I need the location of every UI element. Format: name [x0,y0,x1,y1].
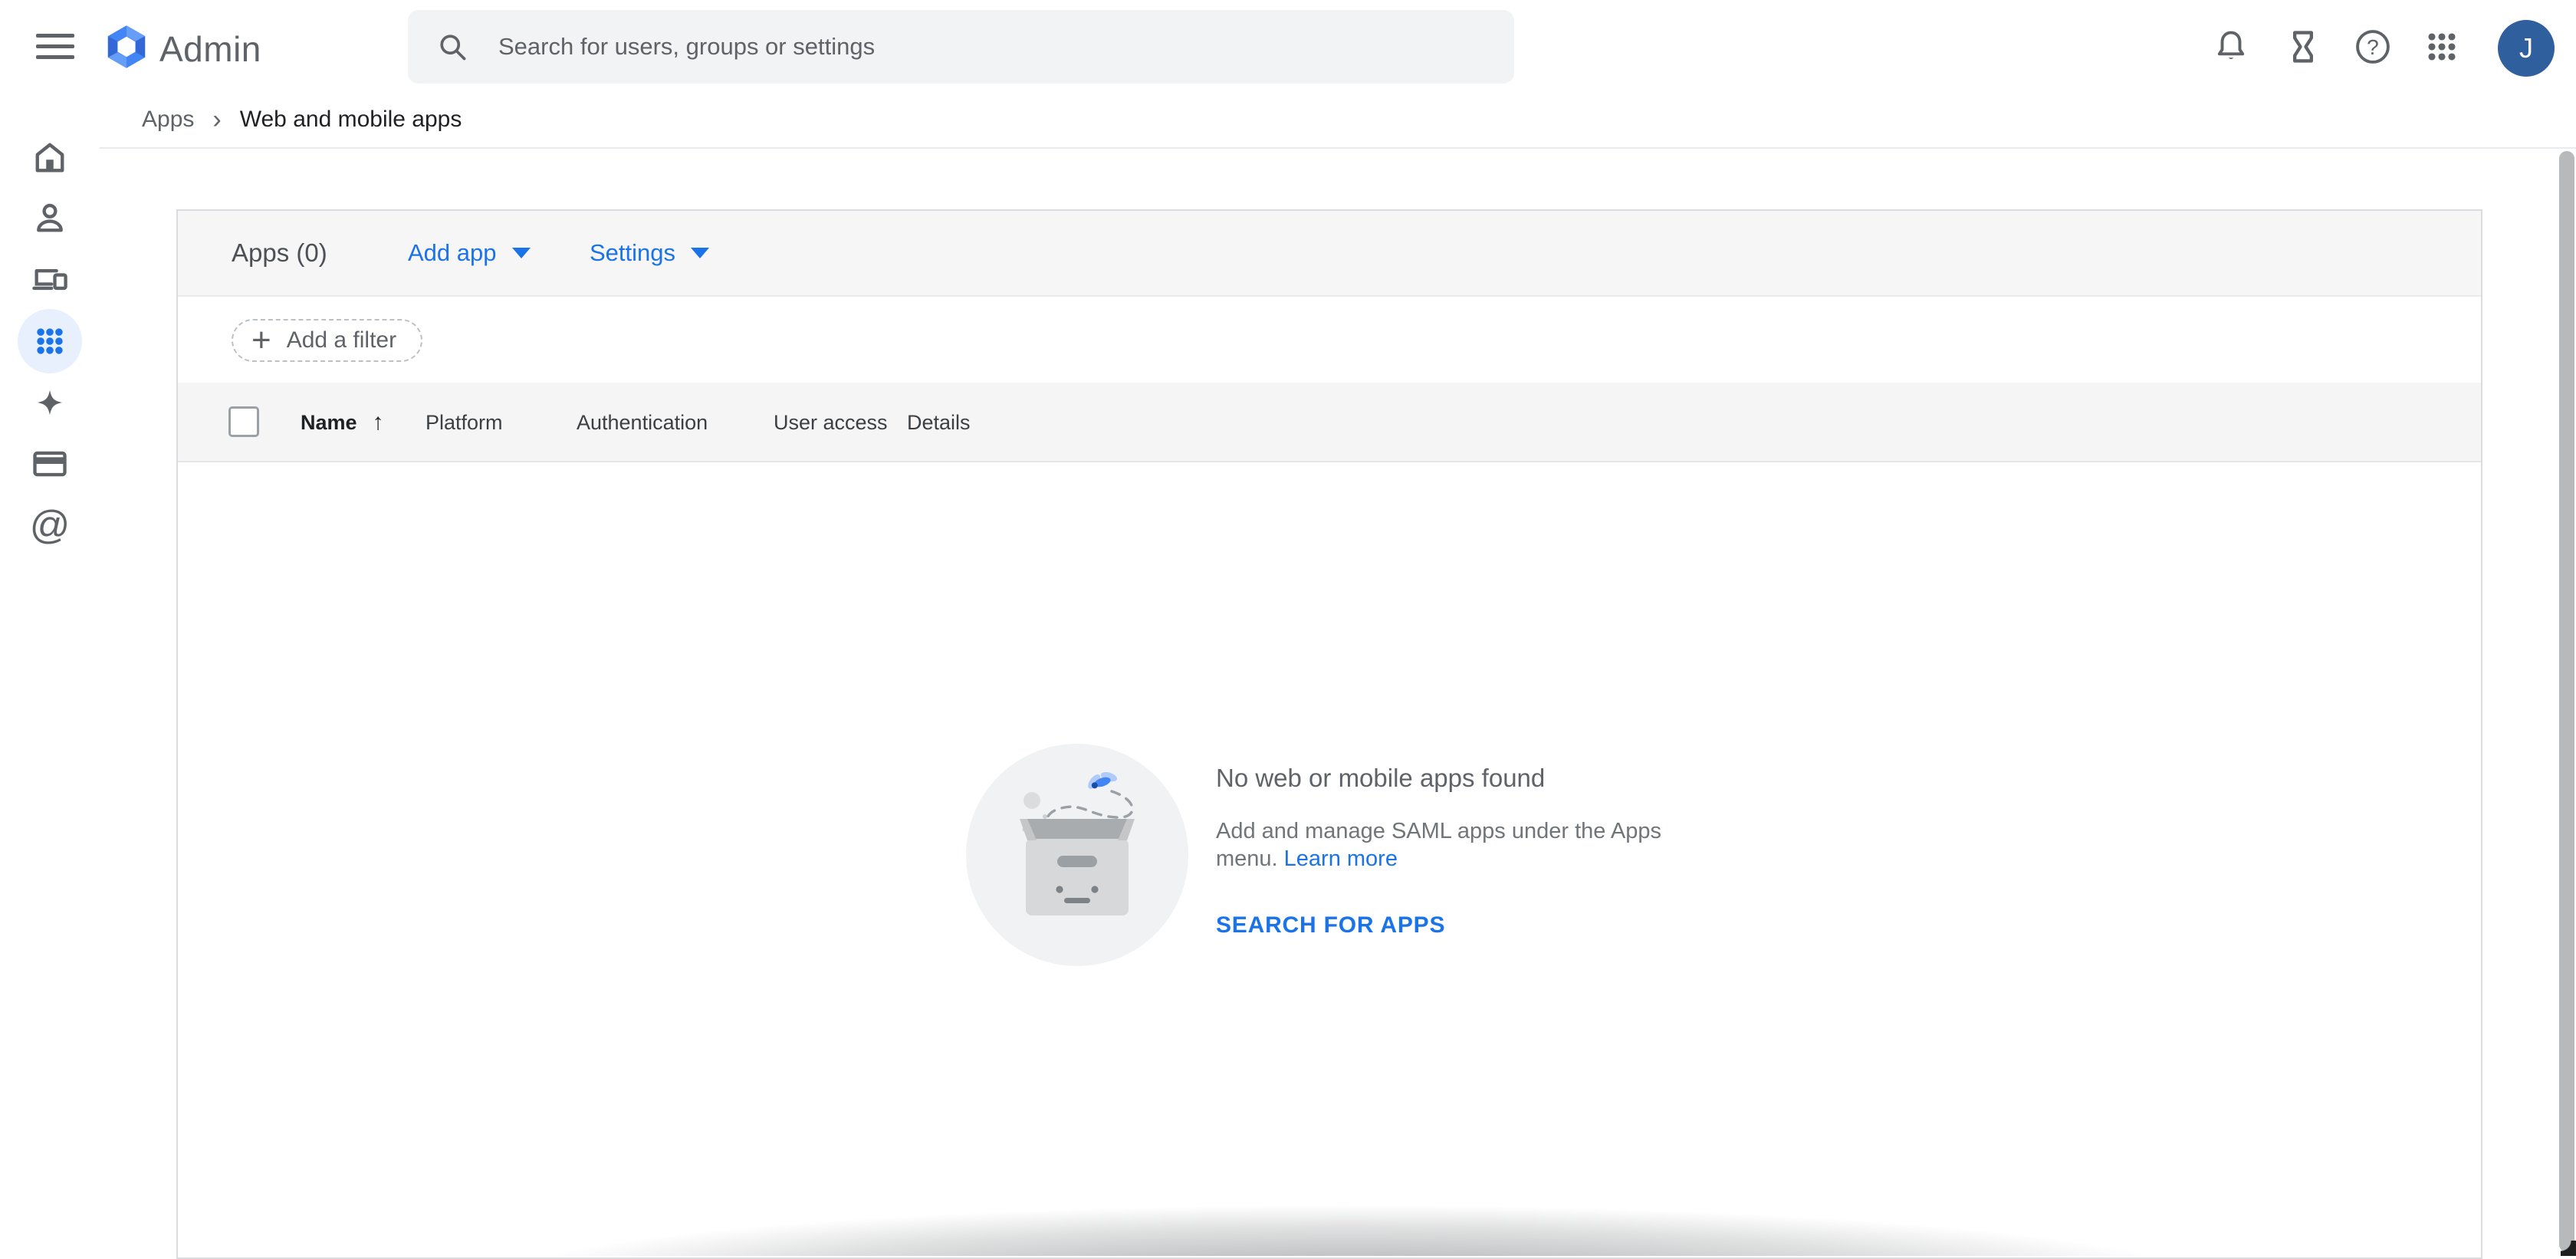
users-icon [30,198,70,238]
chevron-down-icon [691,248,709,258]
column-header-name[interactable]: Name ↑ [301,383,384,462]
empty-state: No web or mobile apps found Add and mana… [966,744,1676,966]
top-bar: Admin ? J [0,0,2576,94]
chevron-down-icon [512,248,531,258]
breadcrumb: Apps › Web and mobile apps [142,107,462,133]
devices-icon [30,259,70,299]
product-title: Admin [159,28,261,70]
apps-table-header: Name ↑ Platform Authentication User acce… [178,383,2481,462]
page-title: Web and mobile apps [240,107,462,133]
search-input[interactable] [498,33,1418,61]
sidebar-item-apps[interactable] [18,309,82,373]
sidebar-item-billing[interactable] [18,432,82,496]
empty-state-description: Add and manage SAML apps under the Apps … [1216,817,1676,873]
column-header-authentication[interactable]: Authentication [577,383,708,462]
empty-state-illustration [966,744,1188,966]
billing-card-icon [30,444,70,484]
add-app-button[interactable]: Add app [408,239,531,267]
sidebar-item-domains[interactable]: @ [18,493,82,557]
help-icon[interactable]: ? [2353,27,2393,67]
svg-text:?: ? [2367,35,2379,59]
header-divider [100,147,2576,149]
sidebar-item-home[interactable] [18,125,82,189]
admin-logo-icon[interactable] [104,25,149,69]
column-header-platform[interactable]: Platform [426,383,503,462]
select-all-checkbox[interactable] [228,406,259,437]
breadcrumb-apps-link[interactable]: Apps [142,107,194,133]
apps-grid-icon [30,321,70,361]
at-domain-icon: @ [30,505,71,545]
column-header-details[interactable]: Details [907,383,971,462]
apps-count-title: Apps (0) [232,238,327,268]
breadcrumb-row: Apps › Web and mobile apps [0,94,2576,149]
settings-button[interactable]: Settings [590,239,709,267]
global-search[interactable] [408,10,1514,84]
sidebar-item-devices[interactable] [18,247,82,311]
google-apps-grid-icon[interactable] [2422,27,2462,67]
apps-toolbar: Apps (0) Add app Settings [178,211,2481,297]
tasks-hourglass-icon[interactable] [2283,27,2323,67]
search-icon [435,30,469,64]
empty-state-title: No web or mobile apps found [1216,764,1676,793]
empty-state-text: No web or mobile apps found Add and mana… [1216,744,1676,966]
apps-list-card: Apps (0) Add app Settings + Add a filter… [176,209,2482,1259]
learn-more-link[interactable]: Learn more [1284,846,1398,871]
sidebar-item-directory[interactable] [18,186,82,250]
sparkle-icon [30,383,70,422]
sidebar-item-gemini[interactable] [18,370,82,435]
plus-icon: + [251,324,271,357]
sort-ascending-icon: ↑ [373,409,384,436]
add-filter-button[interactable]: + Add a filter [232,319,422,362]
left-nav: @ [0,94,100,1256]
notifications-bell-icon[interactable] [2211,27,2251,67]
window-corner-artifact [2561,1241,2576,1256]
chevron-right-icon: › [212,108,221,131]
filter-bar: + Add a filter [178,298,2481,383]
home-icon [30,137,70,177]
main-menu-icon[interactable] [36,34,74,60]
vertical-scrollbar-thumb[interactable] [2559,151,2574,1252]
column-header-user-access[interactable]: User access [774,383,888,462]
search-for-apps-link[interactable]: SEARCH FOR APPS [1216,912,1676,938]
account-avatar[interactable]: J [2498,20,2555,77]
